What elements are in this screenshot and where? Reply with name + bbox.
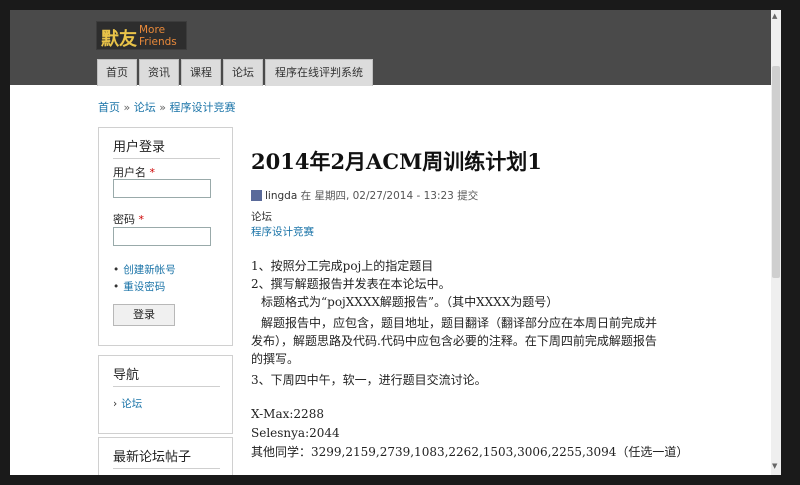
create-account-link[interactable]: • 创建新帐号 <box>113 262 176 277</box>
login-block-title: 用户登录 <box>113 136 220 159</box>
reset-password-text: 重设密码 <box>123 281 166 293</box>
nav-tab-courses[interactable]: 课程 <box>181 59 221 86</box>
post-line: 解题报告中，应包含，题目地址，题目翻译（翻译部分应在本周日前完成并 <box>261 316 658 330</box>
post-submitted-info: 在 星期四, 02/27/2014 - 13:23 提交 <box>300 190 479 202</box>
create-account-text: 创建新帐号 <box>123 264 176 276</box>
nav-tab-forum[interactable]: 论坛 <box>223 59 263 86</box>
recent-posts-block: 最新论坛帖子 <box>98 437 233 475</box>
post-author[interactable]: lingda <box>265 190 297 202</box>
vertical-scrollbar[interactable]: ▲ ▼ <box>771 10 781 475</box>
nav-block-item-forum[interactable]: › 论坛 <box>113 396 142 411</box>
reset-password-link[interactable]: • 重设密码 <box>113 279 165 294</box>
post-meta: lingda 在 星期四, 02/27/2014 - 13:23 提交 <box>251 188 478 203</box>
post-stat-line: 其他同学：3299,2159,2739,1083,2262,1503,3006,… <box>251 445 689 459</box>
post-line: 1、按照分工完成poj上的指定题目 <box>251 259 434 273</box>
post-tag-link[interactable]: 程序设计竞赛 <box>251 224 314 239</box>
logo-english-text: More Friends <box>139 24 177 48</box>
breadcrumb-board[interactable]: 程序设计竞赛 <box>169 101 235 114</box>
site-header: 默友 More Friends 首页 资讯 课程 论坛 程序在线评判系统 <box>10 10 781 86</box>
password-label: 密码 * <box>113 211 144 227</box>
username-label-text: 用户名 <box>113 166 146 179</box>
breadcrumb-home[interactable]: 首页 <box>98 101 120 114</box>
site-logo[interactable]: 默友 More Friends <box>96 21 187 50</box>
post-line: 的撰写。 <box>251 352 300 366</box>
post-stat-line: X-Max:2288 <box>251 407 324 421</box>
login-block: 用户登录 用户名 * 密码 * • 创建新帐号 • 重设密码 登录 <box>98 127 233 346</box>
post-line: 标题格式为“pojXXXX解题报告”。（其中XXXX为题号） <box>261 295 559 309</box>
navigation-block-title: 导航 <box>113 364 220 387</box>
post-tag-label: 论坛 <box>251 211 272 223</box>
nav-tab-online-judge[interactable]: 程序在线评判系统 <box>265 59 373 86</box>
username-input[interactable] <box>113 179 211 198</box>
password-input[interactable] <box>113 227 211 246</box>
scroll-down-arrow-icon[interactable]: ▼ <box>772 462 777 470</box>
navigation-block: 导航 › 论坛 <box>98 355 233 434</box>
nav-block-item-label: 论坛 <box>121 398 143 410</box>
bullet-icon: • <box>113 264 120 276</box>
scrollbar-thumb[interactable] <box>772 66 780 278</box>
breadcrumb-separator: » <box>159 101 166 114</box>
browser-viewport: 默友 More Friends 首页 资讯 课程 论坛 程序在线评判系统 首页 … <box>10 10 781 475</box>
recent-posts-title: 最新论坛帖子 <box>113 446 220 469</box>
breadcrumb: 首页 » 论坛 » 程序设计竞赛 <box>98 99 235 115</box>
logo-english-line-2: Friends <box>139 36 177 48</box>
post-stat-line: Selesnya:2044 <box>251 426 340 440</box>
required-mark: * <box>138 213 145 226</box>
post-line: 3、下周四中午，软一，进行题目交流讨论。 <box>251 373 487 387</box>
logo-english-line-1: More <box>139 24 166 36</box>
nav-tab-news[interactable]: 资讯 <box>139 59 179 86</box>
post-line: 发布），解题思路及代码.代码中应包含必要的注释。在下周四前完成解题报告 <box>251 334 657 348</box>
post-title: 2014年2月ACM周训练计划1 <box>251 149 542 174</box>
post-line: 2、撰写解题报告并发表在本论坛中。 <box>251 277 451 291</box>
username-label: 用户名 * <box>113 164 155 180</box>
required-mark: * <box>149 166 156 179</box>
login-button[interactable]: 登录 <box>113 304 175 326</box>
avatar[interactable] <box>251 190 262 201</box>
bullet-icon: • <box>113 281 120 293</box>
password-label-text: 密码 <box>113 213 135 226</box>
nav-tab-home[interactable]: 首页 <box>97 59 137 86</box>
chevron-right-icon: › <box>113 398 118 410</box>
logo-chinese-text: 默友 <box>101 29 137 50</box>
breadcrumb-separator: » <box>123 101 131 114</box>
breadcrumb-forum[interactable]: 论坛 <box>134 101 156 114</box>
scroll-up-arrow-icon[interactable]: ▲ <box>772 12 777 20</box>
